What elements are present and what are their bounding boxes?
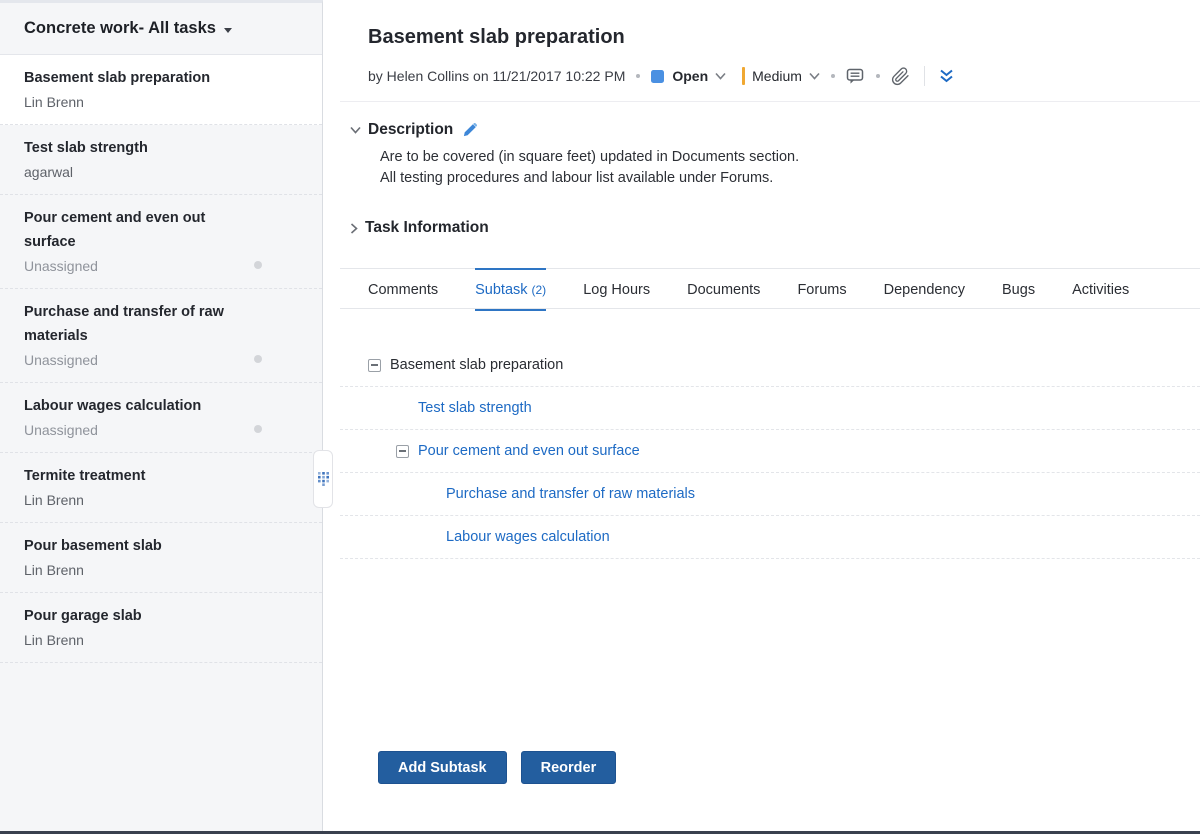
dot-separator [831, 74, 835, 78]
sidebar-task-item[interactable]: Pour cement and even out surface Unassig… [0, 195, 322, 289]
sidebar-task-item[interactable]: Basement slab preparation Lin Brenn [0, 55, 322, 125]
dot-separator [876, 74, 880, 78]
header-divider [340, 101, 1200, 102]
tab-label: Forums [797, 282, 846, 298]
tab-subtask[interactable]: Subtask (2) [475, 268, 546, 311]
sidebar-task-assignee: Lin Brenn [24, 92, 298, 112]
sidebar-task-item[interactable]: Test slab strength agarwal [0, 125, 322, 195]
tab-bugs[interactable]: Bugs [1002, 268, 1035, 311]
subtask-row: Test slab strength [340, 387, 1200, 430]
subtask-row: Pour cement and even out surface [340, 430, 1200, 473]
sidebar-task-item[interactable]: Pour garage slab Lin Brenn [0, 593, 322, 663]
subtask-row: Purchase and transfer of raw materials [340, 473, 1200, 516]
task-detail-panel: Basement slab preparation by Helen Colli… [323, 0, 1200, 834]
subtask-row: Basement slab preparation [340, 344, 1200, 387]
caret-down-icon [224, 28, 232, 33]
priority-group: Medium [742, 67, 820, 85]
priority-color-bar [742, 67, 745, 85]
task-byline: by Helen Collins on 11/21/2017 10:22 PM [368, 68, 625, 84]
task-list-switcher[interactable]: Concrete work- All tasks [0, 3, 322, 55]
subtask-link[interactable]: Labour wages calculation [446, 529, 610, 545]
description-section: Description Are to be covered (in square… [368, 119, 1200, 189]
chevron-down-icon [350, 126, 361, 134]
tab-activities[interactable]: Activities [1072, 268, 1129, 311]
vertical-divider [924, 66, 925, 86]
subtask-link[interactable]: Pour cement and even out surface [418, 443, 640, 459]
sidebar-task-title: Labour wages calculation [24, 394, 298, 418]
dot-separator [636, 74, 640, 78]
sidebar-resize-handle[interactable] [313, 450, 333, 508]
status-color-swatch [651, 70, 664, 83]
chevron-down-icon[interactable] [715, 72, 726, 80]
description-line: All testing procedures and labour list a… [380, 168, 1200, 189]
priority-dropdown[interactable]: Medium [752, 68, 802, 84]
description-header[interactable]: Description [350, 119, 1200, 141]
more-actions-double-chevron-icon[interactable] [939, 69, 954, 83]
task-list: Basement slab preparation Lin Brenn Test… [0, 55, 322, 663]
tab-label: Comments [368, 282, 438, 298]
description-text: Are to be covered (in square feet) updat… [380, 147, 1200, 189]
tab-log-hours[interactable]: Log Hours [583, 268, 650, 311]
sidebar-task-title: Purchase and transfer of raw materials [24, 300, 298, 348]
sidebar-task-title: Test slab strength [24, 136, 298, 160]
sidebar-task-item[interactable]: Labour wages calculation Unassigned [0, 383, 322, 453]
sidebar-task-assignee: Lin Brenn [24, 490, 298, 510]
subtask-link[interactable]: Test slab strength [418, 400, 532, 416]
sidebar-task-title: Pour garage slab [24, 604, 298, 628]
tab-documents[interactable]: Documents [687, 268, 760, 311]
attachment-paperclip-icon[interactable] [891, 67, 910, 86]
subtask-tree: Basement slab preparation Test slab stre… [368, 344, 1200, 559]
task-title: Basement slab preparation [368, 24, 1200, 50]
subtask-root-title: Basement slab preparation [390, 357, 563, 373]
collapse-minus-icon[interactable] [368, 359, 381, 372]
sidebar-task-item[interactable]: Purchase and transfer of raw materials U… [0, 289, 322, 383]
description-heading: Description [368, 121, 453, 139]
description-line: Are to be covered (in square feet) updat… [380, 147, 1200, 168]
task-list-sidebar: Concrete work- All tasks Basement slab p… [0, 0, 323, 834]
tab-label: Subtask [475, 282, 527, 298]
task-meta-row: by Helen Collins on 11/21/2017 10:22 PM … [368, 64, 1200, 88]
chevron-right-icon [350, 223, 358, 234]
subtask-actions: Add Subtask Reorder [378, 751, 1200, 784]
collapse-minus-icon[interactable] [396, 445, 409, 458]
sidebar-task-title: Basement slab preparation [24, 66, 298, 90]
unassigned-dot-icon [254, 425, 262, 433]
app-window: Concrete work- All tasks Basement slab p… [0, 0, 1200, 834]
sidebar-task-title: Pour basement slab [24, 534, 298, 558]
tab-comments[interactable]: Comments [368, 268, 438, 311]
tab-label: Documents [687, 282, 760, 298]
sidebar-task-assignee: Lin Brenn [24, 560, 298, 580]
task-list-title: Concrete work- All tasks [24, 19, 216, 38]
task-information-heading: Task Information [365, 219, 489, 237]
tab-label: Activities [1072, 282, 1129, 298]
task-information-header[interactable]: Task Information [350, 217, 1200, 239]
sidebar-task-item[interactable]: Termite treatment Lin Brenn [0, 453, 322, 523]
tab-forums[interactable]: Forums [797, 268, 846, 311]
tab-label: Bugs [1002, 282, 1035, 298]
chevron-down-icon[interactable] [809, 72, 820, 80]
subtask-link[interactable]: Purchase and transfer of raw materials [446, 486, 695, 502]
sidebar-task-title: Termite treatment [24, 464, 298, 488]
status-dropdown[interactable]: Open [672, 68, 708, 84]
edit-pencil-icon[interactable] [463, 123, 477, 137]
unassigned-dot-icon [254, 355, 262, 363]
reorder-button[interactable]: Reorder [521, 751, 617, 784]
sidebar-task-title: Pour cement and even out surface [24, 206, 298, 254]
sidebar-task-item[interactable]: Pour basement slab Lin Brenn [0, 523, 322, 593]
tab-count: (2) [532, 283, 547, 297]
tab-dependency[interactable]: Dependency [884, 268, 965, 311]
add-subtask-button[interactable]: Add Subtask [378, 751, 507, 784]
sidebar-task-assignee: agarwal [24, 162, 298, 182]
tab-label: Log Hours [583, 282, 650, 298]
tab-label: Dependency [884, 282, 965, 298]
drag-grip-icon [318, 472, 329, 486]
sidebar-task-assignee: Lin Brenn [24, 630, 298, 650]
detail-tabs: Comments Subtask (2) Log Hours Documents… [340, 268, 1200, 309]
unassigned-dot-icon [254, 261, 262, 269]
comment-icon[interactable] [846, 68, 865, 85]
subtask-row: Labour wages calculation [340, 516, 1200, 559]
